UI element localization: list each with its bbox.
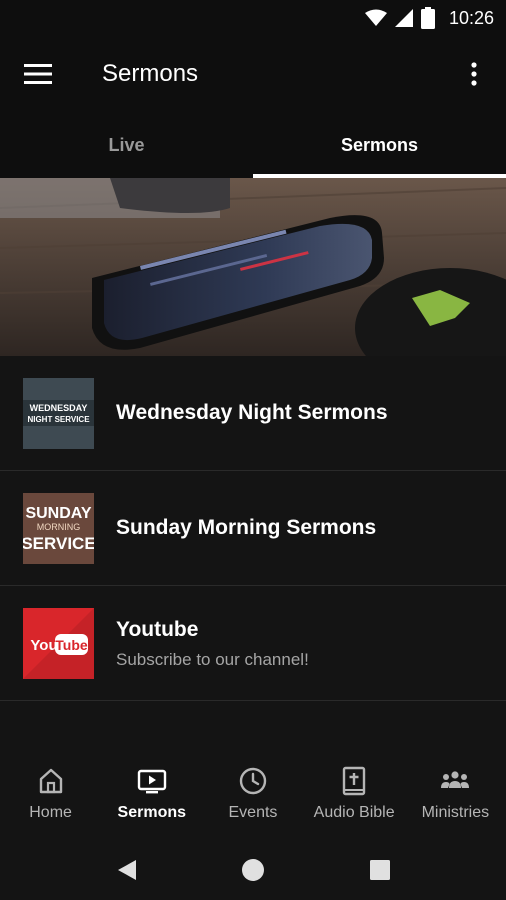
- nav-item-sermons[interactable]: Sermons: [101, 750, 202, 840]
- thumb-text-line: WEDNESDAY: [30, 403, 88, 413]
- list-item-youtube[interactable]: You Tube Youtube Subscribe to our channe…: [0, 586, 506, 701]
- back-icon[interactable]: [110, 854, 142, 886]
- nav-item-events[interactable]: Events: [202, 750, 303, 840]
- home-circle-icon[interactable]: [237, 854, 269, 886]
- more-vert-icon[interactable]: [462, 60, 486, 90]
- hero-image: [0, 178, 506, 356]
- tab-live[interactable]: Live: [0, 112, 253, 178]
- list-item-title: Wednesday Night Sermons: [116, 401, 388, 424]
- thumb-text-line: NIGHT SERVICE: [27, 415, 90, 424]
- nav-label: Events: [228, 804, 278, 821]
- recents-icon[interactable]: [364, 854, 396, 886]
- nav-label: Audio Bible: [313, 804, 395, 821]
- list-item-title: Sunday Morning Sermons: [116, 516, 377, 539]
- youtube-thumbnail: You Tube: [23, 608, 94, 679]
- thumb-text-line: MORNING: [37, 522, 81, 532]
- people-icon: [441, 771, 470, 788]
- sunday-thumbnail: SUNDAY MORNING SERVICE: [23, 493, 94, 564]
- status-icons: 10:26: [364, 6, 494, 30]
- menu-icon[interactable]: [24, 62, 54, 86]
- tv-icon: [137, 769, 166, 794]
- status-time: 10:26: [448, 7, 494, 28]
- system-nav-bar: [0, 840, 506, 900]
- thumb-text-line: Tube: [55, 637, 88, 653]
- wednesday-thumbnail: WEDNESDAY NIGHT SERVICE: [23, 378, 94, 449]
- app-bar: Sermons: [0, 36, 506, 112]
- tab-bar: Live Sermons: [0, 112, 506, 178]
- status-bar: 10:26: [0, 0, 506, 36]
- list-item-subtitle: Subscribe to our channel!: [116, 650, 309, 669]
- thumb-text-line: SERVICE: [23, 534, 94, 553]
- phone-on-table-photo: [0, 178, 506, 356]
- list-item-wednesday[interactable]: WEDNESDAY NIGHT SERVICE Wednesday Night …: [0, 356, 506, 471]
- nav-label: Ministries: [421, 804, 490, 821]
- nav-item-audio-bible[interactable]: Audio Bible: [304, 750, 405, 840]
- nav-item-home[interactable]: Home: [0, 750, 101, 840]
- wifi-icon: [364, 9, 387, 26]
- nav-item-ministries[interactable]: Ministries: [405, 750, 506, 840]
- bible-icon: [342, 766, 366, 796]
- list-item-sunday[interactable]: SUNDAY MORNING SERVICE Sunday Morning Se…: [0, 471, 506, 586]
- list-item-title: Youtube: [116, 618, 199, 641]
- thumb-text-line: SUNDAY: [25, 505, 91, 522]
- tab-sermons[interactable]: Sermons: [253, 112, 506, 178]
- clock-icon: [239, 767, 267, 795]
- signal-icon: [394, 9, 413, 27]
- thumb-text-line: You: [30, 637, 57, 654]
- nav-label: Home: [29, 804, 72, 821]
- nav-label: Sermons: [117, 804, 187, 821]
- page-title: Sermons: [102, 60, 199, 87]
- sermon-list: WEDNESDAY NIGHT SERVICE Wednesday Night …: [0, 356, 506, 701]
- battery-icon: [420, 7, 435, 29]
- bottom-nav: Home Sermons Events Audio Bible Ministri…: [0, 750, 506, 840]
- home-icon: [39, 768, 62, 794]
